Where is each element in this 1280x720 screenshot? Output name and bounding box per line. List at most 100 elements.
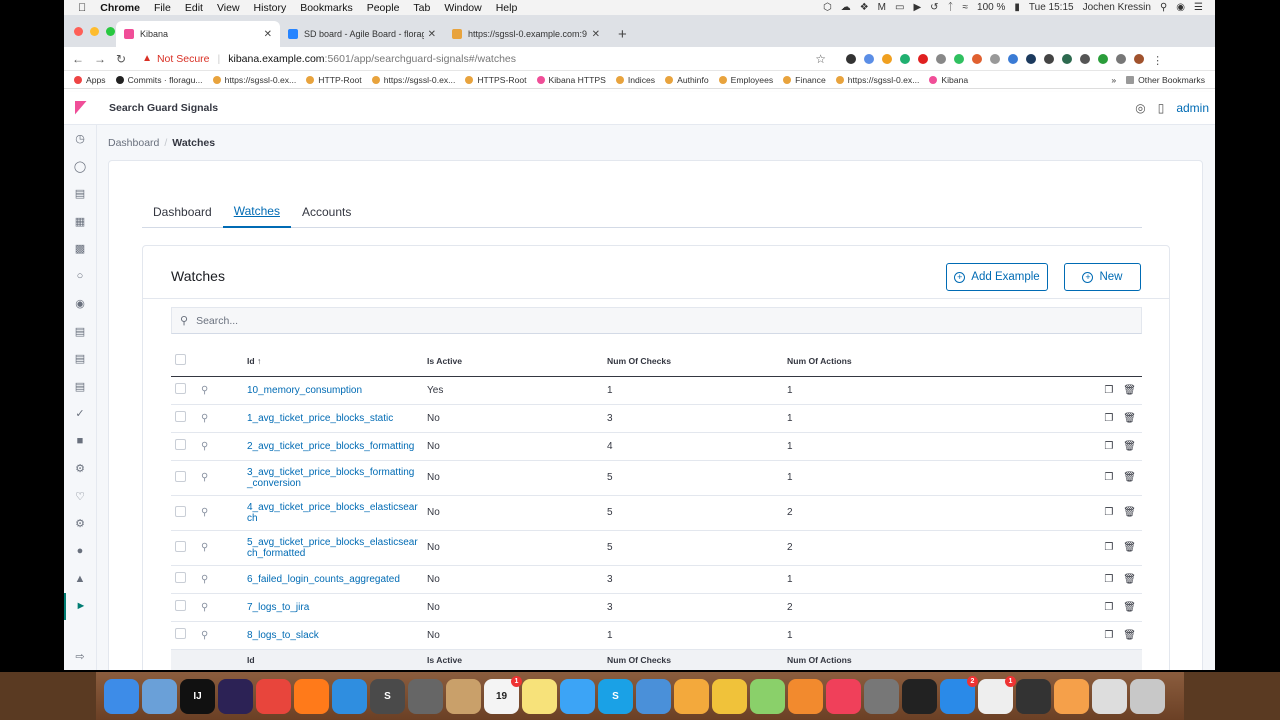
extension-icon[interactable] [1062, 53, 1073, 64]
canvas-icon[interactable]: ▩ [64, 235, 97, 263]
browser-tab-kibana[interactable]: Kibana ✕ [116, 21, 280, 47]
finder-icon[interactable] [104, 678, 139, 714]
bookmark-star-icon[interactable]: ☆ [815, 52, 826, 66]
photos-icon[interactable] [712, 678, 747, 714]
table-row[interactable]: ⚲ 6_failed_login_counts_aggregated No 3 … [171, 565, 1142, 594]
user-icon[interactable]: ● [64, 538, 97, 566]
notes-icon[interactable] [522, 678, 557, 714]
extension-icon[interactable] [1026, 53, 1037, 64]
tab-dashboard[interactable]: Dashboard [142, 195, 223, 228]
copy-icon[interactable]: ❐ [1104, 542, 1113, 553]
signals-icon[interactable]: ► [64, 592, 97, 620]
table-row[interactable]: ⚲ 5_avg_ticket_price_blocks_elasticsearc… [171, 530, 1142, 566]
select-all-checkbox[interactable] [175, 354, 186, 366]
copy-icon[interactable]: ❐ [1104, 630, 1113, 641]
menu-bookmarks[interactable]: Bookmarks [300, 2, 353, 14]
extension-icon[interactable] [864, 53, 875, 64]
inspect-icon[interactable]: ⚲ [201, 441, 208, 452]
kibana-logo-icon[interactable] [64, 92, 97, 125]
menu-people[interactable]: People [367, 2, 400, 14]
menu-window[interactable]: Window [444, 2, 481, 14]
bookmarks-overflow-button[interactable]: » [1111, 75, 1116, 85]
breadcrumb-dashboard[interactable]: Dashboard [108, 137, 159, 149]
menu-app-name[interactable]: Chrome [100, 2, 140, 14]
close-tab-icon[interactable]: ✕ [428, 29, 436, 40]
new-watch-button[interactable]: + New [1064, 263, 1141, 291]
menu-user[interactable]: Jochen Kressin [1083, 2, 1151, 13]
siri-icon[interactable]: ◉ [1176, 2, 1185, 13]
close-window-button[interactable] [74, 27, 83, 36]
java-icon[interactable] [1092, 678, 1127, 714]
other-bookmarks[interactable]: Other Bookmarks [1126, 75, 1205, 85]
watch-id-link[interactable]: 6_failed_login_counts_aggregated [247, 565, 427, 594]
trash-icon[interactable]: 🗑 [1123, 385, 1136, 396]
pinwheel-icon[interactable] [1054, 678, 1089, 714]
inspect-icon[interactable]: ⚲ [201, 472, 208, 483]
table-row[interactable]: ⚲ 10_memory_consumption Yes 1 1 ❐ 🗑 [171, 376, 1142, 405]
inspect-icon[interactable]: ⚲ [201, 413, 208, 424]
menu-history[interactable]: History [254, 2, 287, 14]
messages-icon[interactable] [560, 678, 595, 714]
forward-arrow-icon[interactable]: → [94, 52, 106, 66]
battery-text[interactable]: 100 % [977, 2, 1005, 13]
skype-icon[interactable]: S [598, 678, 633, 714]
notefile-icon[interactable] [446, 678, 481, 714]
pages-icon[interactable] [674, 678, 709, 714]
extension-icon[interactable] [1116, 53, 1127, 64]
minimize-window-button[interactable] [90, 27, 99, 36]
table-row[interactable]: ⚲ 1_avg_ticket_price_blocks_static No 3 … [171, 404, 1142, 433]
row-checkbox[interactable] [175, 439, 186, 450]
bookmark-item[interactable]: https://sgssl-0.ex... [371, 75, 455, 85]
row-checkbox[interactable] [175, 505, 186, 517]
watch-id-link[interactable]: 4_avg_ticket_price_blocks_elasticsearch [247, 495, 427, 531]
search-guard-icon[interactable]: ▲ [64, 565, 97, 593]
intellij-icon[interactable]: IJ [180, 678, 215, 714]
browser-tab-sd-board[interactable]: SD board - Agile Board - florag ✕ [280, 21, 444, 47]
extension-icon[interactable] [990, 53, 1001, 64]
inspect-icon[interactable]: ⚲ [201, 507, 208, 518]
close-tab-icon[interactable]: ✕ [264, 29, 272, 40]
keynote-icon[interactable] [636, 678, 671, 714]
copy-icon[interactable]: ❐ [1104, 602, 1113, 613]
address-bar[interactable]: ▲ Not Secure | kibana.example.com:5601/a… [136, 49, 826, 69]
play-icon[interactable]: ▶ [913, 2, 921, 13]
row-checkbox[interactable] [175, 383, 186, 394]
wifi-icon[interactable]: ≈ [963, 2, 969, 13]
m-icon[interactable]: M [878, 2, 886, 13]
monitoring-heart-icon[interactable]: ♡ [64, 483, 97, 511]
bookmark-apps[interactable]: Apps [74, 75, 106, 85]
sublime-icon[interactable]: S [370, 678, 405, 714]
extension-icon[interactable] [918, 53, 929, 64]
inspect-icon[interactable]: ⚲ [201, 542, 208, 553]
tab-accounts[interactable]: Accounts [291, 195, 362, 228]
bookmark-item[interactable]: HTTP-Root [306, 75, 362, 85]
column-header-active[interactable]: Is Active [427, 346, 607, 377]
uptime-icon[interactable]: ✓ [64, 400, 97, 428]
tab-watches[interactable]: Watches [222, 195, 291, 228]
not-secure-label[interactable]: Not Secure [157, 53, 210, 65]
collapse-nav-icon[interactable]: ⇨ [64, 643, 97, 671]
calendar-icon[interactable]: 19 1 [484, 675, 522, 714]
row-checkbox[interactable] [175, 470, 186, 482]
eclipse-icon[interactable] [218, 678, 253, 714]
copy-icon[interactable]: ❐ [1104, 574, 1113, 585]
extension-icon[interactable] [1080, 53, 1091, 64]
ml-icon[interactable]: ◉ [64, 290, 97, 318]
menu-clock[interactable]: Tue 15:15 [1029, 2, 1074, 13]
inspect-icon[interactable]: ⚲ [201, 385, 208, 396]
safari-icon[interactable] [332, 678, 367, 714]
row-checkbox[interactable] [175, 628, 186, 639]
copy-icon[interactable]: ❐ [1104, 507, 1113, 518]
trash-icon[interactable]: 🗑 [1123, 542, 1136, 553]
display-icon[interactable]: ▭ [895, 2, 904, 13]
chrome-icon[interactable] [256, 678, 291, 714]
slack-icon[interactable]: 1 [978, 675, 1016, 714]
column-header-checks[interactable]: Num Of Checks [607, 346, 787, 377]
trash-icon[interactable]: 🗑 [1123, 602, 1136, 613]
extension-icon[interactable] [1098, 53, 1109, 64]
battery-icon[interactable]: ▮ [1014, 2, 1020, 13]
watch-id-link[interactable]: 2_avg_ticket_price_blocks_formatting [247, 432, 427, 461]
bookmark-item[interactable]: Authinfo [665, 75, 709, 85]
browser-menu-icon[interactable]: ⋮ [1152, 54, 1163, 67]
table-row[interactable]: ⚲ 2_avg_ticket_price_blocks_formatting N… [171, 432, 1142, 461]
